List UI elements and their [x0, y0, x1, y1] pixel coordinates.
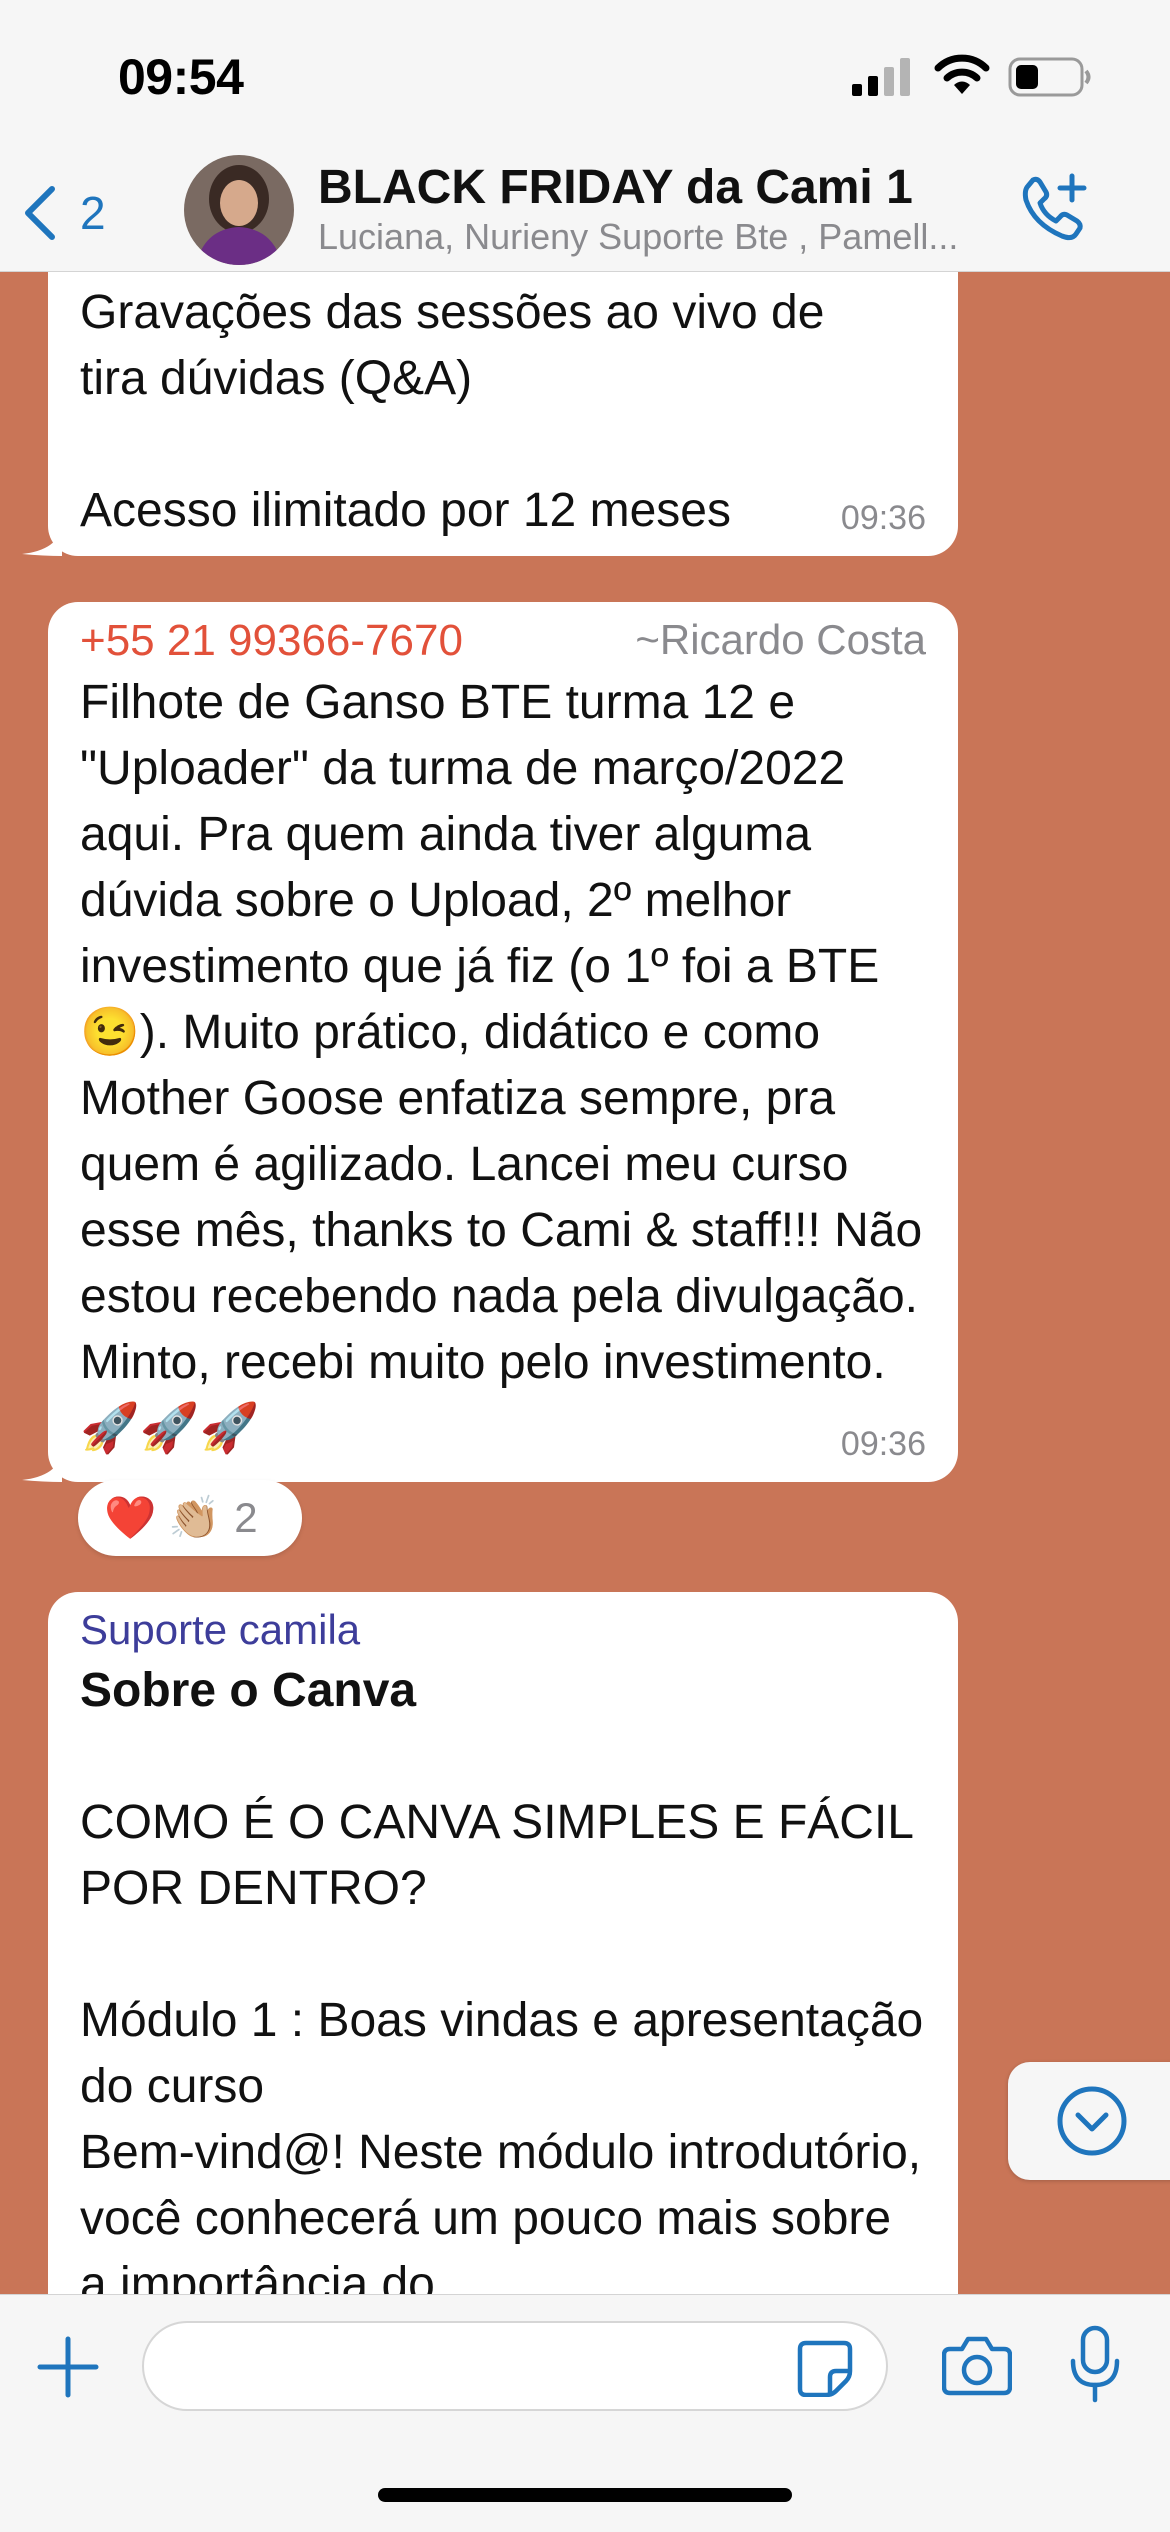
- reaction-emojis: ❤️ 👏🏼: [104, 1493, 221, 1541]
- message-reactions[interactable]: ❤️ 👏🏼 2: [78, 1480, 302, 1556]
- message-time: 09:36: [840, 499, 926, 537]
- chat-title[interactable]: BLACK FRIDAY da Cami 1: [318, 160, 913, 215]
- cellular-signal-icon: [852, 58, 910, 96]
- bubble-tail: [22, 1452, 62, 1482]
- message-bubble[interactable]: Suporte camila Sobre o Canva COMO É O CA…: [48, 1592, 958, 2294]
- camera-icon[interactable]: [942, 2333, 1012, 2397]
- message-text: COMO É O CANVA SIMPLES E FÁCIL POR DENTR…: [80, 1796, 924, 2294]
- home-indicator[interactable]: [378, 2488, 792, 2502]
- message-list[interactable]: Gravações das sessões ao vivo de tira dú…: [0, 272, 1170, 2294]
- message-text: Gravações das sessões ao vivo de tira dú…: [80, 286, 825, 537]
- scroll-to-bottom-button[interactable]: [1008, 2062, 1170, 2180]
- plus-icon[interactable]: [36, 2335, 100, 2399]
- message-bubble[interactable]: Gravações das sessões ao vivo de tira dú…: [22, 272, 958, 556]
- message-text: Filhote de Ganso BTE turma 12 e "Uploade…: [80, 676, 923, 1455]
- status-bar: 09:54: [0, 0, 1170, 150]
- microphone-icon[interactable]: [1068, 2325, 1122, 2403]
- message-bubble[interactable]: +55 21 99366-7670 ~Ricardo Costa Filhote…: [22, 602, 958, 1482]
- battery-icon: [1008, 57, 1091, 97]
- back-chevron-icon: [25, 186, 55, 240]
- wifi-icon: [934, 54, 990, 94]
- back-button[interactable]: 2: [20, 178, 106, 248]
- group-avatar[interactable]: [184, 155, 294, 265]
- sticker-icon[interactable]: [796, 2339, 854, 2397]
- status-time: 09:54: [118, 49, 244, 105]
- message-time: 09:36: [840, 1425, 926, 1463]
- message-heading: Sobre o Canva: [80, 1664, 417, 1717]
- unread-count: 2: [80, 187, 106, 239]
- chat-header: 2 BLACK FRIDAY da Cami 1 Luciana, Nurien…: [0, 150, 1170, 272]
- sender-row: +55 21 99366-7670 ~Ricardo Costa: [80, 602, 926, 666]
- chevron-down-icon: [1057, 2086, 1127, 2156]
- sender-name: ~Ricardo Costa: [635, 616, 926, 663]
- reaction-count: 2: [234, 1494, 258, 1541]
- message-input[interactable]: [142, 2321, 888, 2411]
- chat-participants[interactable]: Luciana, Nurieny Suporte Bte , Pamell...: [318, 216, 958, 258]
- sender-phone[interactable]: +55 21 99366-7670: [80, 616, 463, 666]
- bubble-tail: [22, 526, 62, 556]
- sender-name[interactable]: Suporte camila: [80, 1592, 926, 1658]
- add-call-icon[interactable]: [1014, 170, 1094, 250]
